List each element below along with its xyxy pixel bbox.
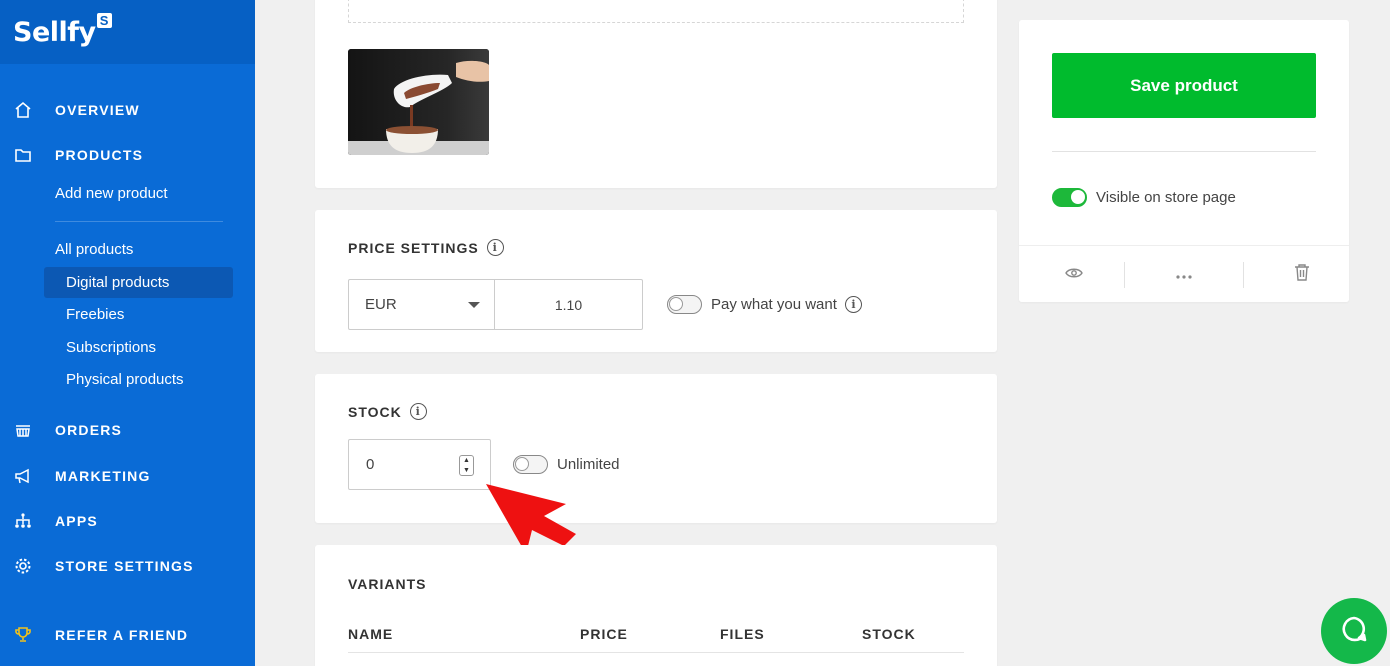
nav-all-products[interactable]: All products [55,241,133,258]
price-settings-title: PRICE SETTINGS i [348,239,504,256]
stock-value: 0 [366,456,375,473]
preview-button[interactable] [1019,246,1129,303]
more-options-button[interactable] [1129,246,1239,303]
panel-divider [1052,151,1316,152]
nav-refer-a-friend-label: REFER A FRIEND [55,627,189,643]
nav-add-new-product[interactable]: Add new product [55,185,168,202]
support-chat-button[interactable] [1321,598,1387,664]
nav-refer-a-friend[interactable]: REFER A FRIEND [0,623,255,647]
variants-col-name: NAME [348,626,394,642]
info-icon[interactable]: i [845,296,862,313]
upload-dropzone[interactable] [348,0,964,23]
currency-select[interactable]: EUR [348,279,495,330]
nav-subscriptions[interactable]: Subscriptions [66,339,156,356]
variants-header-divider [348,652,964,653]
nav-store-settings-label: STORE SETTINGS [55,558,194,574]
save-product-button[interactable]: Save product [1052,53,1316,118]
nav-divider [55,221,223,222]
folder-icon [14,146,32,164]
product-thumbnail[interactable] [348,49,489,155]
chevron-down-icon[interactable]: ▼ [463,467,470,474]
basket-icon [14,421,32,439]
action-separator [1124,262,1125,288]
nav-orders-label: ORDERS [55,422,123,438]
visible-on-store-toggle[interactable] [1052,188,1087,207]
product-action-bar [1019,245,1349,302]
eye-icon [1065,266,1083,284]
trash-icon [1294,263,1310,286]
variants-col-stock: STOCK [862,626,916,642]
nav-freebies[interactable]: Freebies [66,306,124,323]
visible-on-store-label: Visible on store page [1096,189,1236,206]
variants-col-files: FILES [720,626,765,642]
variants-title-text: VARIANTS [348,576,427,592]
info-icon[interactable]: i [486,239,504,256]
megaphone-icon [14,467,32,485]
stock-title: STOCK i [348,403,427,420]
pay-what-you-want-label: Pay what you want [711,296,837,313]
price-settings-title-text: PRICE SETTINGS [348,239,479,256]
nav-apps-label: APPS [55,513,98,529]
home-icon [14,101,32,119]
nav-digital-products[interactable]: Digital products [66,274,169,291]
nav-products-label: PRODUCTS [55,147,144,163]
nav-marketing[interactable]: MARKETING [0,464,255,488]
trophy-icon [14,626,32,644]
nav-overview[interactable]: OVERVIEW [0,98,255,122]
nav-physical-products[interactable]: Physical products [66,371,184,388]
nav-apps[interactable]: APPS [0,509,255,533]
variants-card [315,545,997,666]
variants-title: VARIANTS [348,576,427,592]
quantity-stepper[interactable]: ▲ ▼ [459,455,474,476]
nav-overview-label: OVERVIEW [55,102,140,118]
toggle-knob [515,457,529,471]
more-icon [1175,266,1193,284]
nav-marketing-label: MARKETING [55,468,151,484]
info-icon[interactable]: i [409,403,427,420]
sidebar: Sellfy S OVERVIEW PRODUCTS Add new produc… [0,0,255,666]
currency-value: EUR [365,296,397,313]
chat-icon [1340,615,1368,648]
toggle-knob [669,297,683,311]
action-separator [1243,262,1244,288]
price-input[interactable]: 1.10 [494,279,643,330]
price-value: 1.10 [554,296,583,313]
brand-logo[interactable]: Sellfy S [0,0,255,64]
pay-what-you-want-toggle[interactable] [667,295,702,314]
stock-quantity-input[interactable]: 0 ▲ ▼ [348,439,491,490]
variants-col-price: PRICE [580,626,628,642]
gear-icon [14,557,32,575]
nav-products[interactable]: PRODUCTS [0,143,255,167]
brand-name: Sellfy [13,16,96,48]
stock-title-text: STOCK [348,403,402,420]
nav-store-settings[interactable]: STORE SETTINGS [0,554,255,578]
toggle-knob [1071,190,1085,204]
caret-down-icon [468,302,480,308]
chevron-up-icon[interactable]: ▲ [463,457,470,464]
sitemap-icon [14,512,32,530]
nav-orders[interactable]: ORDERS [0,418,255,442]
delete-product-button[interactable] [1247,246,1357,303]
brand-badge: S [96,12,112,28]
